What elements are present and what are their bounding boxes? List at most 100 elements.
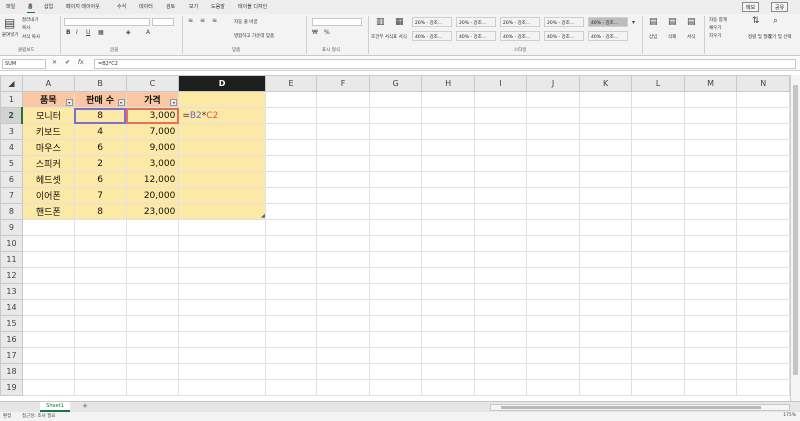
- cell[interactable]: [316, 347, 370, 364]
- cell[interactable]: [264, 315, 318, 332]
- cell[interactable]: [264, 219, 318, 236]
- cell[interactable]: [368, 107, 423, 124]
- clear-button[interactable]: 지우기: [709, 33, 721, 39]
- cell[interactable]: [21, 235, 75, 252]
- cell[interactable]: [736, 187, 790, 204]
- vertical-scrollbar[interactable]: [790, 75, 800, 401]
- cell[interactable]: [631, 203, 685, 220]
- cell[interactable]: [368, 123, 423, 140]
- cell[interactable]: [421, 235, 475, 252]
- cell[interactable]: [368, 299, 423, 316]
- cell[interactable]: [736, 203, 790, 220]
- tab-page-layout[interactable]: 페이지 레이아웃: [66, 3, 100, 10]
- cell[interactable]: [736, 171, 790, 188]
- cell[interactable]: [526, 203, 580, 220]
- cell[interactable]: [316, 299, 370, 316]
- cell[interactable]: [73, 363, 127, 380]
- cell[interactable]: [631, 379, 685, 396]
- font-name-select[interactable]: [64, 18, 150, 26]
- currency-icon[interactable]: ₩: [312, 30, 318, 36]
- cell[interactable]: [125, 315, 180, 332]
- delete-cells-button[interactable]: 삭제: [668, 34, 676, 40]
- cell[interactable]: [683, 251, 738, 268]
- style-20-accent-3[interactable]: 20% - 강조...: [500, 17, 540, 27]
- cell[interactable]: [264, 251, 318, 268]
- cell[interactable]: [21, 379, 75, 396]
- cell[interactable]: [578, 251, 633, 268]
- cell[interactable]: [264, 363, 318, 380]
- cell[interactable]: [631, 155, 685, 172]
- cell[interactable]: [264, 155, 318, 172]
- row-header[interactable]: 4: [0, 139, 23, 156]
- cell[interactable]: [316, 267, 370, 284]
- item-cell[interactable]: 스피커: [21, 155, 75, 172]
- cell[interactable]: [368, 91, 423, 108]
- style-20-accent-2[interactable]: 20% - 강조...: [456, 17, 496, 27]
- cell[interactable]: [736, 299, 790, 316]
- cell[interactable]: [264, 331, 318, 348]
- vertical-scroll-thumb[interactable]: [793, 85, 798, 375]
- formula-editing-cell[interactable]: =B2*C2: [178, 107, 266, 124]
- tab-view[interactable]: 보기: [189, 3, 198, 10]
- cell[interactable]: [473, 203, 528, 220]
- cell[interactable]: [316, 171, 370, 188]
- column-header-d[interactable]: D: [178, 75, 266, 92]
- cell[interactable]: [264, 171, 318, 188]
- quantity-cell[interactable]: 8: [73, 203, 127, 220]
- cell[interactable]: [526, 347, 580, 364]
- cell[interactable]: [421, 267, 475, 284]
- cell[interactable]: [125, 219, 180, 236]
- cell[interactable]: [421, 123, 475, 140]
- cell[interactable]: [683, 315, 738, 332]
- price-cell[interactable]: 3,000: [125, 107, 180, 124]
- horizontal-scrollbar[interactable]: [490, 404, 790, 411]
- cell[interactable]: [683, 347, 738, 364]
- row-header[interactable]: 14: [0, 299, 23, 316]
- style-20-accent-1[interactable]: 20% - 강조...: [412, 17, 452, 27]
- cell[interactable]: [264, 91, 318, 108]
- cell[interactable]: [473, 379, 528, 396]
- cell[interactable]: [421, 347, 475, 364]
- cell[interactable]: [316, 155, 370, 172]
- cancel-icon[interactable]: ✕: [52, 59, 57, 66]
- cell[interactable]: [316, 139, 370, 156]
- cell[interactable]: [178, 267, 266, 284]
- tab-insert[interactable]: 삽입: [44, 3, 53, 10]
- cell[interactable]: [178, 139, 266, 156]
- row-header[interactable]: 10: [0, 235, 23, 252]
- cell[interactable]: ◢: [178, 203, 266, 220]
- row-header[interactable]: 1: [0, 91, 23, 108]
- cell[interactable]: [526, 219, 580, 236]
- price-cell[interactable]: 12,000: [125, 171, 180, 188]
- cell[interactable]: [368, 283, 423, 300]
- cell[interactable]: [316, 123, 370, 140]
- cell[interactable]: [578, 171, 633, 188]
- cell[interactable]: [421, 283, 475, 300]
- cell[interactable]: [316, 251, 370, 268]
- cell[interactable]: [631, 347, 685, 364]
- cell[interactable]: [421, 91, 475, 108]
- formula-input[interactable]: =B2*C2: [94, 59, 796, 69]
- column-header-h[interactable]: H: [421, 75, 475, 92]
- cell[interactable]: [736, 91, 790, 108]
- cell[interactable]: [73, 219, 127, 236]
- cell[interactable]: [631, 171, 685, 188]
- cell[interactable]: [421, 379, 475, 396]
- cell[interactable]: [526, 283, 580, 300]
- cell[interactable]: [631, 235, 685, 252]
- cell[interactable]: [316, 331, 370, 348]
- cell[interactable]: [264, 267, 318, 284]
- cell[interactable]: [631, 315, 685, 332]
- cell[interactable]: [473, 331, 528, 348]
- column-header-f[interactable]: F: [316, 75, 370, 92]
- cell[interactable]: [264, 235, 318, 252]
- cell[interactable]: [631, 219, 685, 236]
- paste-icon[interactable]: ▤: [4, 17, 15, 29]
- cell[interactable]: [473, 187, 528, 204]
- bold-icon[interactable]: B: [66, 30, 71, 36]
- cell[interactable]: [264, 299, 318, 316]
- cell[interactable]: [368, 315, 423, 332]
- cell[interactable]: [421, 299, 475, 316]
- cell[interactable]: [421, 363, 475, 380]
- cell[interactable]: [21, 363, 75, 380]
